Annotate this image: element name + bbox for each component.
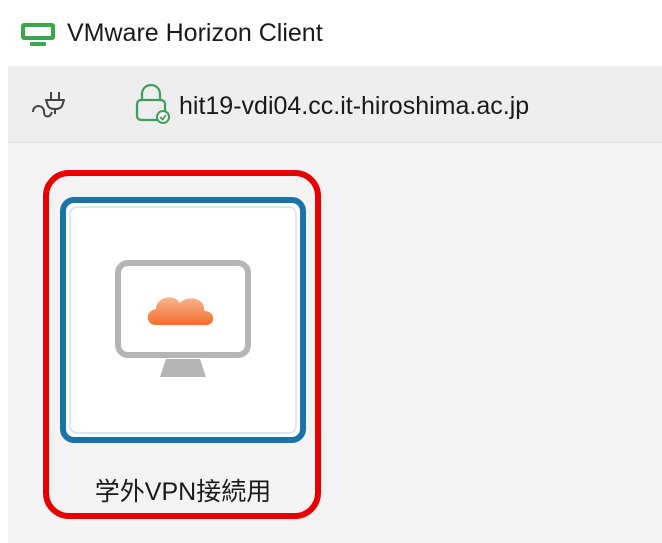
desktop-tile-label[interactable]: 学外VPN接続用 <box>60 477 306 507</box>
plug-icon[interactable] <box>30 86 70 122</box>
lock-icon <box>135 83 170 124</box>
server-bar: hit19-vdi04.cc.it-hiroshima.ac.jp <box>8 66 662 143</box>
app-title: VMware Horizon Client <box>67 19 323 47</box>
desktop-cloud-icon <box>115 260 251 377</box>
title-bar: VMware Horizon Client <box>0 0 662 66</box>
horizon-client-icon <box>21 23 55 46</box>
desktop-tile[interactable] <box>60 197 306 443</box>
server-hostname: hit19-vdi04.cc.it-hiroshima.ac.jp <box>179 92 530 120</box>
